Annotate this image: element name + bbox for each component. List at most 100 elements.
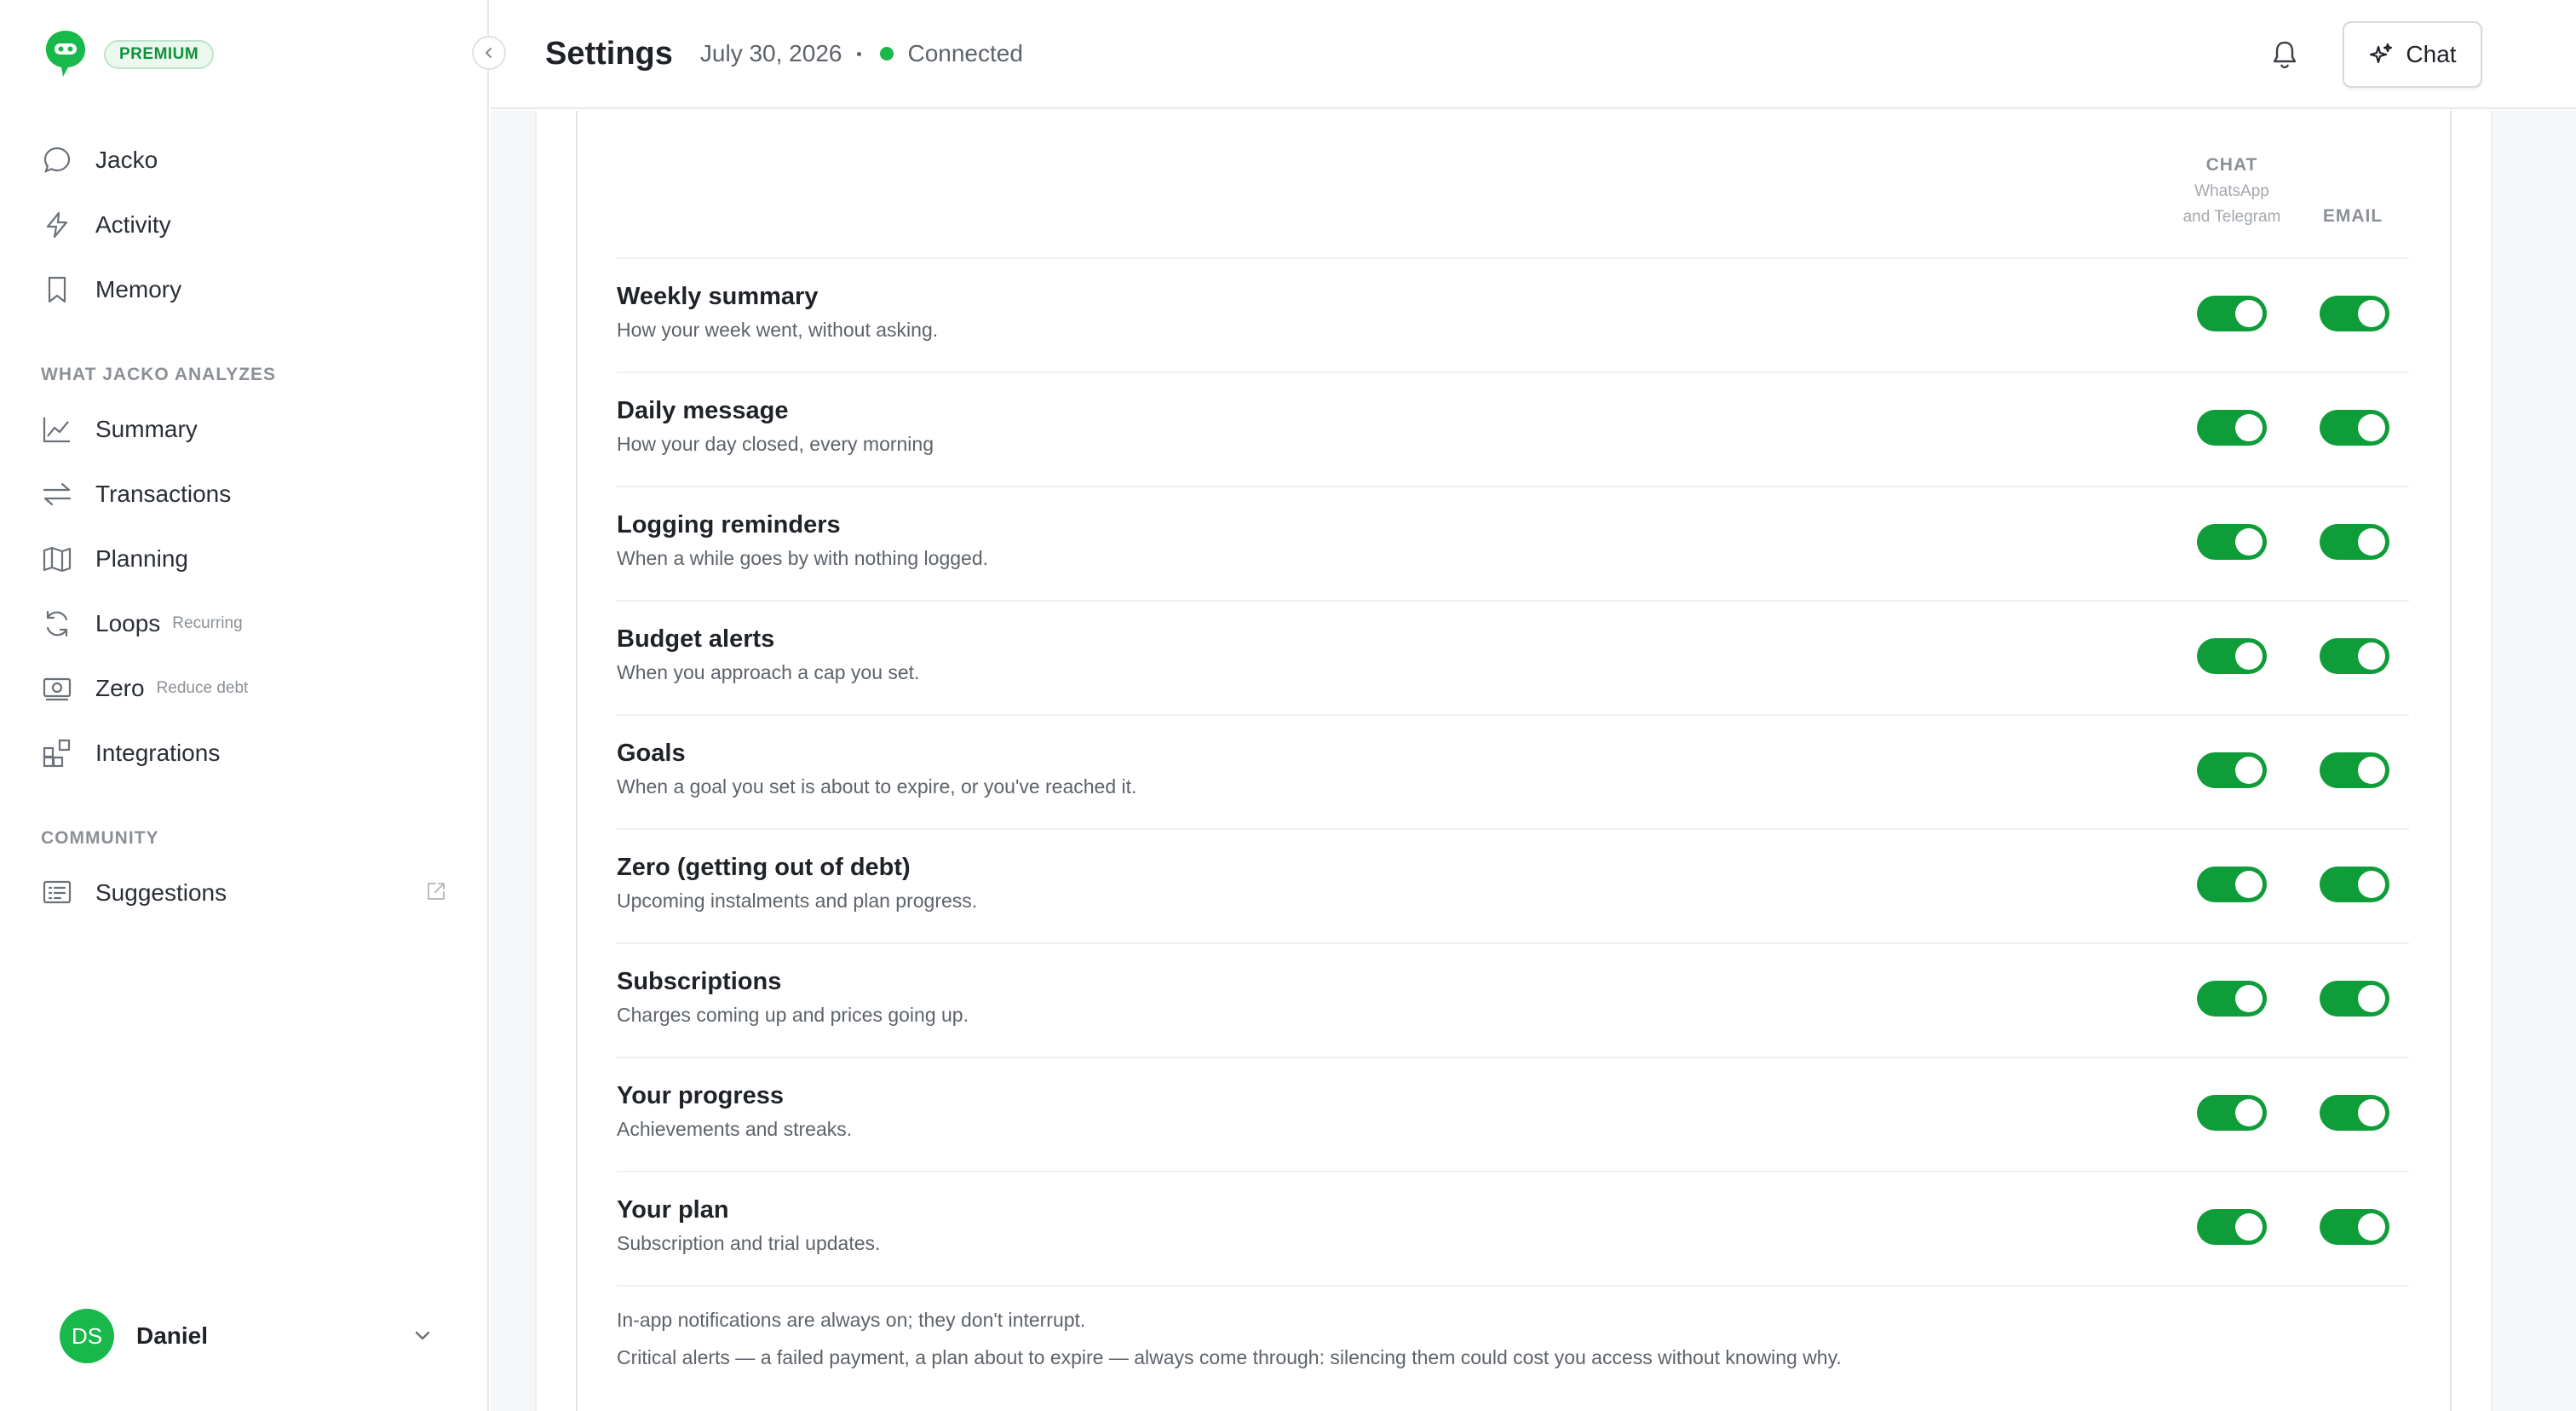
sidebar-item-label: Memory [95,276,182,302]
column-header-chat: CHAT WhatsApp and Telegram [2164,155,2300,230]
email-toggle[interactable] [2320,1095,2389,1131]
email-toggle[interactable] [2320,981,2389,1016]
chevron-left-icon [485,47,492,59]
chevron-down-icon [411,1324,434,1352]
sidebar-item-loops[interactable]: Loops Recurring [0,591,489,656]
bell-icon[interactable] [2268,37,2302,72]
chat-toggle[interactable] [2197,1095,2267,1131]
column-subtitle-chat: WhatsApp [2194,182,2269,200]
grid-plus-icon [41,737,73,769]
footnote-critical-alerts: Critical alerts — a failed payment, a pl… [617,1346,1842,1368]
setting-row-weekly-summary: Weekly summary How your week went, witho… [617,257,2409,371]
setting-title: Daily message [617,397,789,424]
external-link-icon [424,879,448,907]
top-header: Settings July 30, 2026 Connected Chat [491,0,2576,109]
list-card-icon [41,877,73,909]
line-chart-icon [41,413,73,446]
setting-row-zero: Zero (getting out of debt) Upcoming inst… [617,828,2409,942]
chat-toggle[interactable] [2197,1209,2267,1245]
setting-description: How your week went, without asking. [617,319,939,341]
email-toggle[interactable] [2320,752,2389,788]
setting-description: How your day closed, every morning [617,433,934,455]
sidebar-item-activity[interactable]: Activity [0,193,489,257]
setting-row-goals: Goals When a goal you set is about to ex… [617,714,2409,828]
chat-toggle[interactable] [2197,410,2267,446]
refresh-icon [41,608,73,640]
setting-title: Goals [617,740,686,767]
jacko-logo-icon[interactable] [44,29,87,80]
user-name: Daniel [136,1322,209,1349]
divider [617,1285,2409,1287]
sidebar-item-sublabel: Reduce debt [156,679,249,697]
email-toggle[interactable] [2320,638,2389,674]
setting-description: Subscription and trial updates. [617,1232,881,1254]
sparkle-icon [2370,43,2393,64]
sidebar: PREMIUM Jacko Activity Memory WHAT JACKO… [0,0,489,1411]
setting-description: Achievements and streaks. [617,1118,853,1140]
column-subtitle-chat: and Telegram [2182,208,2281,226]
collapse-sidebar-button[interactable] [472,36,506,70]
avatar: DS [60,1309,114,1363]
setting-title: Subscriptions [617,968,782,995]
sidebar-item-integrations[interactable]: Integrations [0,721,489,786]
chat-toggle[interactable] [2197,296,2267,331]
community-nav: Suggestions [0,861,489,925]
connection-status: Connected [907,40,1023,66]
sidebar-item-memory[interactable]: Memory [0,257,489,322]
chat-toggle[interactable] [2197,752,2267,788]
chat-toggle[interactable] [2197,638,2267,674]
setting-row-your-progress: Your progress Achievements and streaks. [617,1057,2409,1171]
email-toggle[interactable] [2320,296,2389,331]
setting-title: Zero (getting out of debt) [617,854,911,881]
chat-bubble-icon [41,144,73,176]
setting-title: Budget alerts [617,625,775,653]
chat-toggle[interactable] [2197,524,2267,560]
analyzes-nav: Summary Transactions Planning Loops Recu… [0,397,489,786]
sidebar-item-suggestions[interactable]: Suggestions [0,861,489,925]
chat-button[interactable]: Chat [2343,21,2482,88]
setting-description: Upcoming instalments and plan progress. [617,890,978,912]
notification-settings-list: Weekly summary How your week went, witho… [617,257,2409,1285]
column-title-email: EMAIL [2322,206,2383,226]
map-icon [41,543,73,575]
setting-title: Your progress [617,1082,785,1109]
setting-description: When a while goes by with nothing logged… [617,547,989,569]
sidebar-item-label: Planning [95,545,188,572]
email-toggle[interactable] [2320,524,2389,560]
arrows-swap-icon [41,478,73,510]
sidebar-item-sublabel: Recurring [172,614,243,632]
sidebar-item-zero[interactable]: Zero Reduce debt [0,656,489,721]
sidebar-item-planning[interactable]: Planning [0,527,489,591]
chat-toggle[interactable] [2197,867,2267,902]
column-header-email: EMAIL [2300,206,2406,227]
lightning-icon [41,209,73,241]
sidebar-item-label: Activity [95,211,171,238]
sidebar-item-transactions[interactable]: Transactions [0,462,489,527]
footnote-in-app: In-app notifications are always on; they… [617,1309,1086,1331]
setting-row-daily-message: Daily message How your day closed, every… [617,371,2409,486]
sidebar-item-label: Jacko [95,147,158,173]
sidebar-item-label: Transactions [95,481,232,507]
email-toggle[interactable] [2320,1209,2389,1245]
email-toggle[interactable] [2320,867,2389,902]
section-title-analyzes: WHAT JACKO ANALYZES [41,365,277,384]
setting-title: Weekly summary [617,283,819,310]
email-toggle[interactable] [2320,410,2389,446]
user-menu[interactable]: DS Daniel [60,1309,434,1363]
setting-description: When you approach a cap you set. [617,661,920,683]
section-title-community: COMMUNITY [41,828,159,848]
setting-row-your-plan: Your plan Subscription and trial updates… [617,1171,2409,1285]
premium-badge: PREMIUM [104,40,215,69]
sidebar-item-label: Integrations [95,740,221,766]
primary-nav: Jacko Activity Memory [0,128,489,322]
sidebar-item-label: Summary [95,416,198,442]
money-icon [41,672,73,705]
sidebar-item-jacko[interactable]: Jacko [0,128,489,193]
brand: PREMIUM [44,29,215,80]
sidebar-item-label: Suggestions [95,879,227,906]
status-indicator [880,47,894,60]
setting-title: Your plan [617,1196,729,1224]
chat-toggle[interactable] [2197,981,2267,1016]
setting-description: Charges coming up and prices going up. [617,1004,969,1026]
sidebar-item-summary[interactable]: Summary [0,397,489,462]
